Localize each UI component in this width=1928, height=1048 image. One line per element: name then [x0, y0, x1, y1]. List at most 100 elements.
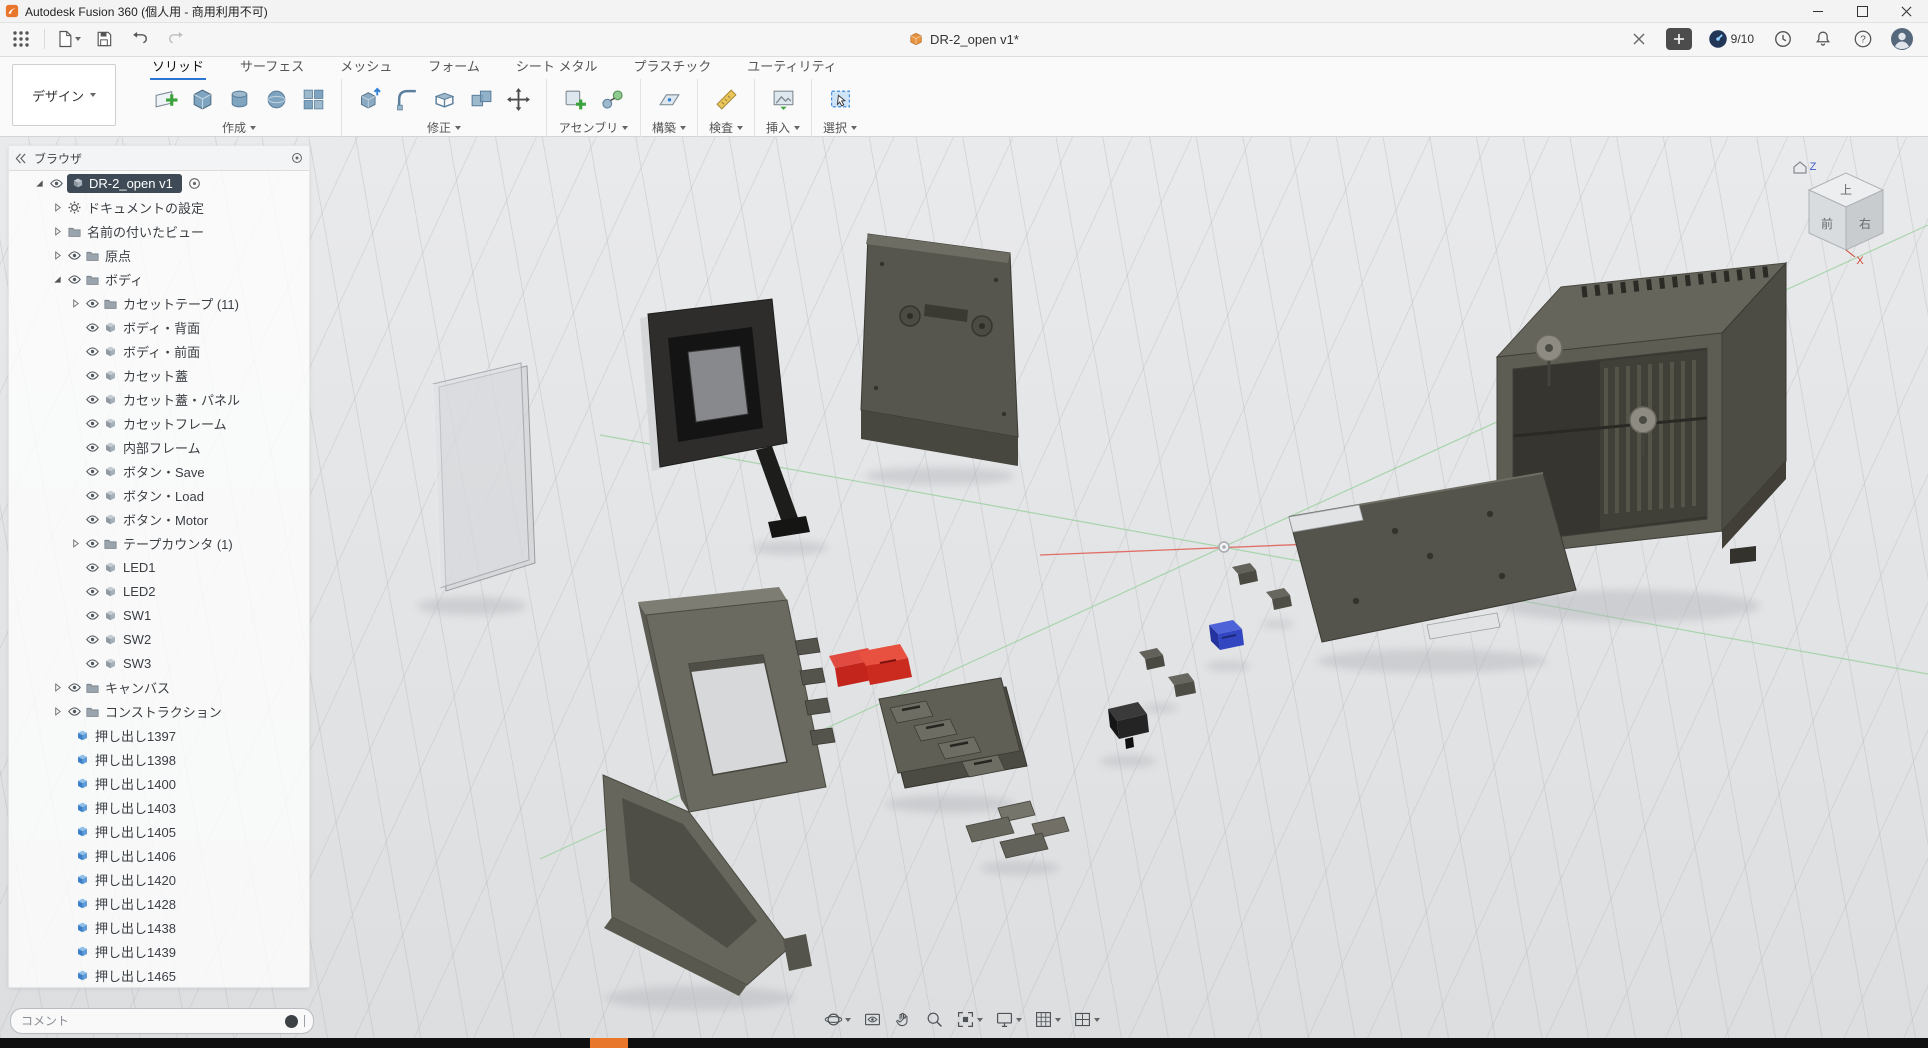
expand-arrow-icon[interactable]: [49, 275, 65, 284]
comment-submit-icon[interactable]: [285, 1015, 298, 1028]
group-select-menu[interactable]: 選択: [823, 119, 857, 136]
user-avatar[interactable]: [1890, 27, 1914, 51]
tab-utilities[interactable]: ユーティリティ: [745, 53, 838, 80]
expand-arrow-icon[interactable]: [31, 179, 47, 188]
comment-input[interactable]: [19, 1013, 279, 1029]
browser-item-sw1[interactable]: SW1: [9, 603, 309, 627]
origin-marker[interactable]: [1219, 542, 1229, 552]
visibility-eye-icon[interactable]: [47, 177, 65, 190]
fit-button[interactable]: [953, 1008, 986, 1031]
browser-item-extrude-1403[interactable]: 押し出し1403: [9, 795, 309, 819]
undo-button[interactable]: [127, 26, 153, 52]
notifications-button[interactable]: [1810, 26, 1836, 52]
visibility-eye-icon[interactable]: [83, 369, 101, 382]
visibility-eye-icon[interactable]: [65, 705, 83, 718]
browser-item-inner-frame[interactable]: 内部フレーム: [9, 435, 309, 459]
visibility-eye-icon[interactable]: [83, 609, 101, 622]
browser-item-led1[interactable]: LED1: [9, 555, 309, 579]
browser-item-button-save[interactable]: ボタン・Save: [9, 459, 309, 483]
taskbar-active-app-indicator[interactable]: [590, 1038, 628, 1048]
combine-button[interactable]: [464, 82, 498, 116]
pan-button[interactable]: [891, 1008, 916, 1031]
pattern-button[interactable]: [296, 82, 330, 116]
tab-mesh[interactable]: メッシュ: [338, 53, 394, 80]
visibility-eye-icon[interactable]: [65, 681, 83, 694]
extensions-button[interactable]: 9/10: [1706, 26, 1756, 52]
browser-item-sw3[interactable]: SW3: [9, 651, 309, 675]
visibility-eye-icon[interactable]: [83, 393, 101, 406]
part-red-buttons[interactable]: [829, 644, 912, 687]
app-grid-button[interactable]: [8, 26, 34, 52]
cylinder-button[interactable]: [222, 82, 256, 116]
browser-item-tape-counter[interactable]: テープカウンタ (1): [9, 531, 309, 555]
visibility-eye-icon[interactable]: [83, 513, 101, 526]
move-button[interactable]: [501, 82, 535, 116]
group-construct-menu[interactable]: 構築: [652, 119, 686, 136]
root-document-pill[interactable]: DR-2_open v1: [67, 174, 182, 193]
browser-item-sw2[interactable]: SW2: [9, 627, 309, 651]
expand-arrow-icon[interactable]: [67, 539, 83, 548]
browser-item-origin[interactable]: 原点: [9, 243, 309, 267]
tab-form[interactable]: フォーム: [426, 53, 482, 80]
part-glass-panel[interactable]: [433, 363, 535, 591]
display-settings-icon[interactable]: [291, 152, 303, 164]
expand-arrow-icon[interactable]: [49, 707, 65, 716]
visibility-eye-icon[interactable]: [83, 417, 101, 430]
browser-item-construction[interactable]: コンストラクション: [9, 699, 309, 723]
tab-surface[interactable]: サーフェス: [238, 53, 306, 80]
browser-item-extrude-1439[interactable]: 押し出し1439: [9, 939, 309, 963]
part-back-panel[interactable]: [861, 234, 1018, 466]
visibility-eye-icon[interactable]: [83, 537, 101, 550]
extrude-button[interactable]: [185, 82, 219, 116]
job-status-button[interactable]: [1770, 26, 1796, 52]
new-tab-button[interactable]: [1666, 28, 1692, 50]
part-blue-component[interactable]: [1209, 620, 1244, 650]
sphere-button[interactable]: [259, 82, 293, 116]
visibility-eye-icon[interactable]: [83, 657, 101, 670]
browser-item-extrude-1406[interactable]: 押し出し1406: [9, 843, 309, 867]
visibility-eye-icon[interactable]: [83, 585, 101, 598]
fillet-button[interactable]: [390, 82, 424, 116]
grid-snap-button[interactable]: [1031, 1008, 1064, 1031]
browser-item-bodies[interactable]: ボディ: [9, 267, 309, 291]
expand-arrow-icon[interactable]: [67, 299, 83, 308]
browser-item-cassette-frame[interactable]: カセットフレーム: [9, 411, 309, 435]
activate-component-radio[interactable]: [186, 177, 204, 190]
tab-solid[interactable]: ソリッド: [150, 53, 206, 80]
zoom-button[interactable]: [922, 1008, 947, 1031]
expand-arrow-icon[interactable]: [49, 251, 65, 260]
visibility-eye-icon[interactable]: [83, 561, 101, 574]
browser-item-named-views[interactable]: 名前の付いたビュー: [9, 219, 309, 243]
display-settings-button[interactable]: [992, 1008, 1025, 1031]
browser-item-extrude-1405[interactable]: 押し出し1405: [9, 819, 309, 843]
browser-item-extrude-1420[interactable]: 押し出し1420: [9, 867, 309, 891]
browser-item-button-motor[interactable]: ボタン・Motor: [9, 507, 309, 531]
browser-item-document-settings[interactable]: ドキュメントの設定: [9, 195, 309, 219]
visibility-eye-icon[interactable]: [83, 441, 101, 454]
part-black-component[interactable]: [1108, 702, 1149, 749]
part-base-plate[interactable]: [1289, 473, 1576, 642]
visibility-eye-icon[interactable]: [83, 297, 101, 310]
visibility-eye-icon[interactable]: [83, 321, 101, 334]
save-button[interactable]: [91, 26, 117, 52]
minimize-button[interactable]: [1796, 0, 1840, 22]
select-button[interactable]: [823, 82, 857, 116]
close-button[interactable]: [1884, 0, 1928, 22]
browser-item-extrude-1438[interactable]: 押し出し1438: [9, 915, 309, 939]
browser-item-body-back[interactable]: ボディ・背面: [9, 315, 309, 339]
visibility-eye-icon[interactable]: [83, 489, 101, 502]
group-inspect-menu[interactable]: 検査: [709, 119, 743, 136]
tab-plastic[interactable]: プラスチック: [632, 53, 714, 80]
workspace-selector[interactable]: デザイン: [12, 64, 116, 126]
close-tab-button[interactable]: [1626, 26, 1652, 52]
browser-item-body-front[interactable]: ボディ・前面: [9, 339, 309, 363]
insert-canvas-button[interactable]: [766, 82, 800, 116]
browser-item-extrude-1398[interactable]: 押し出し1398: [9, 747, 309, 771]
browser-item-extrude-1465[interactable]: 押し出し1465: [9, 963, 309, 987]
group-modify-menu[interactable]: 修正: [427, 119, 461, 136]
maximize-button[interactable]: [1840, 0, 1884, 22]
file-menu-button[interactable]: [55, 26, 81, 52]
visibility-eye-icon[interactable]: [83, 465, 101, 478]
browser-item-cassette-lid[interactable]: カセット蓋: [9, 363, 309, 387]
collapse-panel-icon[interactable]: [15, 153, 26, 164]
